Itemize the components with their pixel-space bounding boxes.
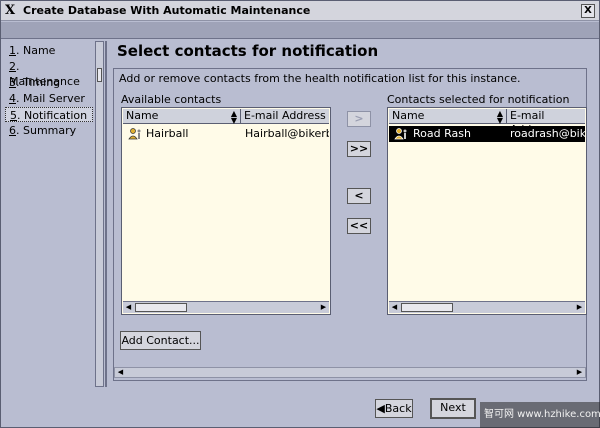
nav-item-number: 3 — [9, 76, 16, 89]
nav-item-number: 4 — [9, 92, 16, 105]
nav-item-label: Mail Server — [23, 92, 85, 105]
x-logo-icon: X — [5, 3, 16, 18]
top-banner — [1, 22, 599, 39]
scroll-right-icon[interactable]: ▶ — [574, 302, 585, 313]
nav-item-label: Summary — [23, 124, 77, 137]
nav-item-number: 1 — [9, 44, 16, 57]
sort-icon: ▲ ▼ — [230, 109, 237, 125]
contact-icon — [128, 128, 141, 140]
watermark: 智可网 www.hzhike.com — [480, 402, 600, 428]
available-contacts-label: Available contacts — [121, 93, 222, 106]
available-contacts-list[interactable]: Name ▲ ▼ E-mail Address Hairball Hairball… — [121, 107, 331, 315]
nav-item-timing[interactable]: 3. Timing — [5, 75, 93, 90]
nav-item-summary[interactable]: 6. Summary — [5, 123, 93, 138]
contact-email: roadrash@bike — [510, 127, 585, 140]
scroll-left-icon[interactable]: ◀ — [389, 302, 400, 313]
email-column-header[interactable]: E-mail Address — [507, 109, 585, 136]
scroll-right-icon[interactable]: ▶ — [574, 367, 585, 378]
nav-item-number: 2 — [9, 60, 16, 73]
name-column-header[interactable]: Name ▲ ▼ — [389, 109, 507, 125]
page-title: Select contacts for notification — [117, 42, 379, 60]
nav-item-name[interactable]: 1. Name — [5, 43, 93, 58]
title-bar: X Create Database With Automatic Mainten… — [1, 1, 599, 21]
nav-item-label: Notification — [24, 109, 88, 122]
back-button[interactable]: ◀Back — [375, 399, 413, 418]
back-arrow-icon: ◀ — [376, 402, 385, 415]
contact-icon — [394, 128, 407, 140]
main-horizontal-scrollbar[interactable]: ◀ ▶ — [114, 367, 586, 378]
sort-icon: ▲ ▼ — [496, 109, 503, 125]
nav-item-maintenance[interactable]: 2. Maintenance — [5, 59, 93, 88]
nav-scrollbar[interactable] — [95, 41, 104, 387]
column-label: E-mail Address — [244, 109, 326, 122]
list-header: Name ▲▼ E-mail Address — [123, 109, 329, 125]
scroll-thumb[interactable] — [401, 303, 453, 312]
contact-name: Hairball — [146, 127, 189, 140]
nav-scroll-thumb[interactable] — [97, 68, 102, 82]
close-button[interactable]: X — [581, 4, 595, 18]
column-label: Name — [126, 109, 159, 122]
add-contact-button[interactable]: Add Contact... — [120, 331, 201, 350]
remove-all-button[interactable]: << — [347, 218, 371, 234]
name-column-header[interactable]: Name ▲ ▼ — [123, 109, 241, 125]
wizard-window: X Create Database With Automatic Mainten… — [0, 0, 600, 428]
nav-item-notification[interactable]: 5. Notification — [5, 107, 93, 122]
scroll-thumb[interactable] — [135, 303, 187, 312]
list-header: Name ▲▼ E-mail Address — [389, 109, 585, 136]
table-row[interactable]: Hairball Hairball@bikerbc — [123, 126, 329, 142]
contact-email: Hairball@bikerbc — [245, 127, 329, 140]
scroll-left-icon[interactable]: ◀ — [123, 302, 134, 313]
window-title: Create Database With Automatic Maintenan… — [23, 4, 311, 17]
nav-item-number: 5 — [10, 109, 17, 122]
add-button[interactable]: > — [347, 111, 371, 127]
horizontal-scrollbar[interactable]: ◀ ▶ — [389, 301, 585, 313]
scroll-left-icon[interactable]: ◀ — [115, 367, 126, 378]
panel-divider — [105, 41, 107, 387]
selected-contacts-list[interactable]: Name ▲▼ E-mail Address Road Rash roadras… — [387, 107, 587, 315]
contact-name: Road Rash — [413, 127, 471, 140]
nav-item-label: Name — [23, 44, 56, 57]
back-label: Back — [384, 402, 412, 415]
nav-item-mail-server[interactable]: 4. Mail Server — [5, 91, 93, 106]
nav-item-label: Timing — [23, 76, 61, 89]
remove-button[interactable]: < — [347, 188, 371, 204]
nav-item-number: 6 — [9, 124, 16, 137]
add-all-button[interactable]: >> — [347, 141, 371, 157]
next-button[interactable]: Next — [430, 398, 476, 419]
email-column-header[interactable]: E-mail Address — [241, 109, 329, 124]
selected-contacts-label: Contacts selected for notification — [387, 93, 570, 106]
step-navigation: 1. Name 2. Maintenance 3. Timing 4. Mail… — [5, 41, 93, 385]
scroll-right-icon[interactable]: ▶ — [318, 302, 329, 313]
horizontal-scrollbar[interactable]: ◀ ▶ — [123, 301, 329, 313]
column-label: Name — [392, 109, 425, 122]
table-row[interactable]: Road Rash roadrash@bike — [389, 126, 585, 142]
page-description: Add or remove contacts from the health n… — [119, 72, 521, 85]
